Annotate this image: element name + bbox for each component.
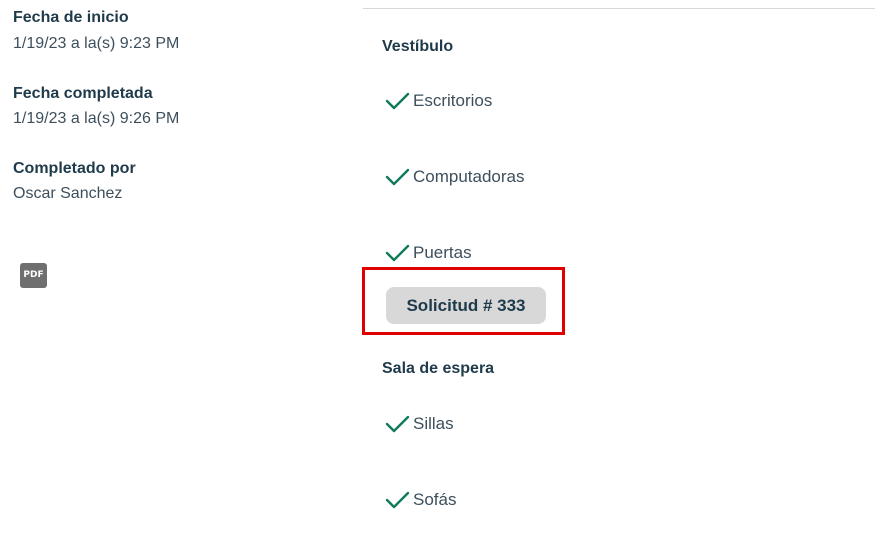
completed-by-value: Oscar Sanchez	[13, 185, 123, 202]
completed-date-label: Fecha completada	[13, 85, 153, 102]
section-title-vestibulo: Vestíbulo	[382, 38, 454, 55]
request-333-button[interactable]: Solicitud # 333	[386, 287, 546, 324]
checklist-item-label: Sillas	[413, 414, 454, 433]
check-icon	[385, 168, 410, 186]
start-date-value: 1/19/23 a la(s) 9:23 PM	[13, 35, 180, 52]
check-icon	[385, 491, 410, 509]
check-icon	[385, 415, 410, 433]
checklist-item: Sofás	[384, 488, 456, 512]
checklist-item: Escritorios	[384, 89, 492, 113]
start-date-label: Fecha de inicio	[13, 9, 129, 26]
checklist-item-label: Escritorios	[413, 91, 493, 110]
pdf-icon[interactable]: PDF	[20, 263, 47, 288]
checklist-item: Computadoras	[384, 165, 525, 189]
checklist-item-label: Computadoras	[413, 167, 525, 186]
checklist-item-label: Puertas	[413, 243, 472, 262]
check-icon	[385, 244, 410, 262]
checklist-item: Puertas	[384, 241, 472, 265]
checklist-item-label: Sofás	[413, 490, 457, 509]
section-title-sala-de-espera: Sala de espera	[382, 360, 495, 377]
divider	[363, 8, 875, 9]
checklist-item: Sillas	[384, 412, 454, 436]
check-icon	[385, 92, 410, 110]
completed-date-value: 1/19/23 a la(s) 9:26 PM	[13, 110, 180, 127]
completed-by-label: Completado por	[13, 160, 136, 177]
